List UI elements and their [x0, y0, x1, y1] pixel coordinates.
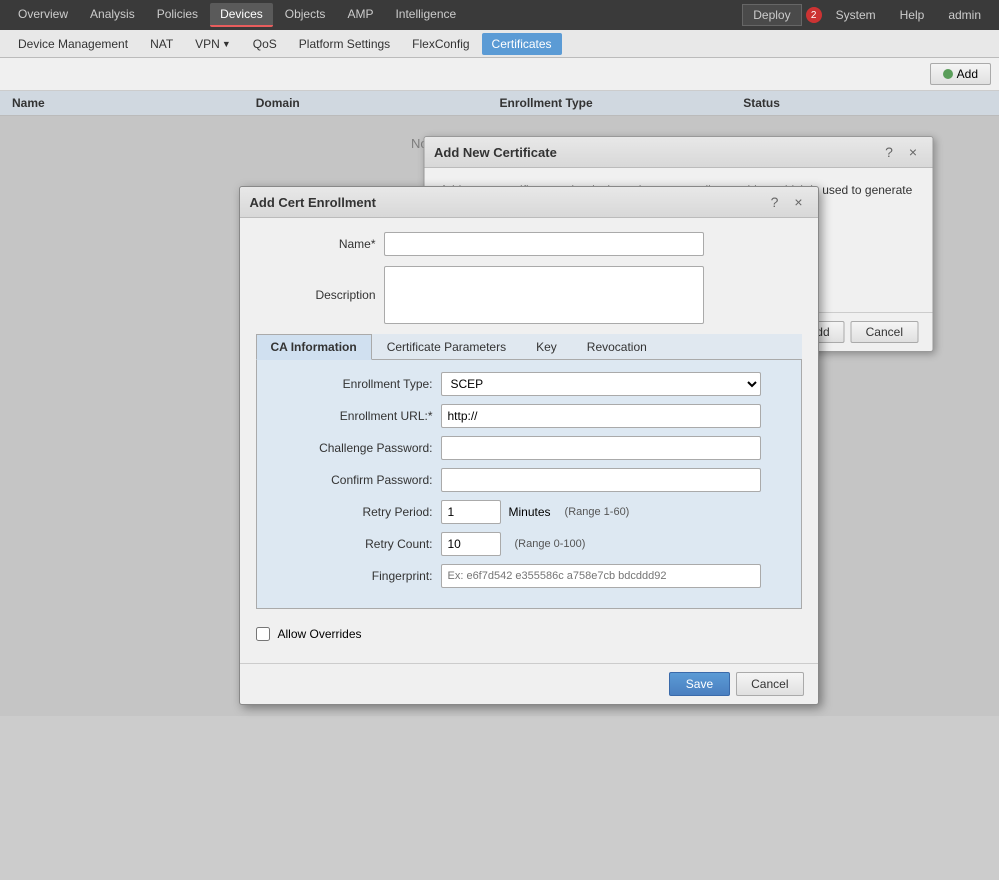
enrollment-type-label: Enrollment Type:: [273, 377, 433, 391]
confirm-password-input[interactable]: [441, 468, 761, 492]
page-toolbar: Add: [0, 58, 999, 91]
subnav-flexconfig[interactable]: FlexConfig: [402, 33, 479, 55]
subnav-certificates[interactable]: Certificates: [482, 33, 562, 55]
tab-ca-information-content: Enrollment Type: SCEP Manual PKCS12 EST …: [256, 360, 802, 609]
tab-revocation[interactable]: Revocation: [572, 334, 662, 359]
enrollment-type-select[interactable]: SCEP Manual PKCS12 EST: [441, 372, 761, 396]
enrollment-url-row: Enrollment URL:*: [273, 404, 785, 428]
enrollment-dialog-title: Add Cert Enrollment: [250, 195, 376, 210]
confirm-password-row: Confirm Password:: [273, 468, 785, 492]
add-button-label: Add: [957, 67, 978, 81]
fingerprint-label: Fingerprint:: [273, 569, 433, 583]
subnav-device-management[interactable]: Device Management: [8, 33, 138, 55]
dialog-cert-close-icon[interactable]: ×: [904, 143, 922, 161]
enrollment-tabs: CA Information Certificate Parameters Ke…: [256, 334, 802, 360]
subnav-platform-settings[interactable]: Platform Settings: [289, 33, 400, 55]
allow-overrides-checkbox[interactable]: [256, 627, 270, 641]
enrollment-save-button[interactable]: Save: [669, 672, 730, 696]
dialog-cert-title: Add New Certificate: [434, 145, 557, 160]
enrollment-cancel-button[interactable]: Cancel: [736, 672, 803, 696]
enrollment-dialog-footer: Save Cancel: [240, 663, 818, 704]
dialog-cert-help-icon[interactable]: ?: [880, 143, 898, 161]
main-content: No certificates Add Certificates Add New…: [0, 116, 999, 716]
add-button[interactable]: Add: [930, 63, 991, 85]
enrollment-url-input[interactable]: [441, 404, 761, 428]
enrollment-description-row: Description: [256, 266, 802, 324]
main-nav: Overview Analysis Policies Devices Objec…: [8, 3, 466, 27]
fingerprint-input[interactable]: [441, 564, 761, 588]
retry-period-label: Retry Period:: [273, 505, 433, 519]
add-cert-enrollment-dialog: Add Cert Enrollment ? × Name* Descriptio…: [239, 186, 819, 705]
tab-ca-information[interactable]: CA Information: [256, 334, 372, 360]
col-domain: Domain: [256, 96, 500, 110]
nav-objects[interactable]: Objects: [275, 3, 336, 27]
help-menu[interactable]: Help: [890, 4, 935, 26]
enrollment-dialog-controls: ? ×: [766, 193, 808, 211]
enrollment-type-row: Enrollment Type: SCEP Manual PKCS12 EST: [273, 372, 785, 396]
enrollment-dialog-body: Name* Description CA Information Certifi…: [240, 218, 818, 663]
fingerprint-row: Fingerprint:: [273, 564, 785, 588]
enrollment-dialog-help-icon[interactable]: ?: [766, 193, 784, 211]
retry-period-input[interactable]: [441, 500, 501, 524]
subnav-qos[interactable]: QoS: [243, 33, 287, 55]
dialog-cert-titlebar: Add New Certificate ? ×: [424, 137, 932, 168]
table-header: Name Domain Enrollment Type Status: [0, 91, 999, 116]
nav-devices[interactable]: Devices: [210, 3, 273, 27]
challenge-password-label: Challenge Password:: [273, 441, 433, 455]
retry-count-range: (Range 0-100): [515, 538, 586, 550]
allow-overrides-row: Allow Overrides: [256, 619, 802, 649]
retry-period-row: Retry Period: Minutes (Range 1-60): [273, 500, 785, 524]
retry-count-input[interactable]: [441, 532, 501, 556]
subnav-vpn-label: VPN: [195, 37, 220, 51]
tab-certificate-parameters[interactable]: Certificate Parameters: [372, 334, 521, 359]
add-dot-icon: [943, 69, 953, 79]
enrollment-name-label: Name*: [256, 237, 376, 251]
dialog-cert-controls: ? ×: [880, 143, 922, 161]
retry-count-row: Retry Count: (Range 0-100): [273, 532, 785, 556]
col-status: Status: [743, 96, 987, 110]
retry-period-unit: Minutes: [509, 505, 551, 519]
sub-navigation: Device Management NAT VPN ▼ QoS Platform…: [0, 30, 999, 58]
subnav-nat[interactable]: NAT: [140, 33, 183, 55]
enrollment-url-label: Enrollment URL:*: [273, 409, 433, 423]
nav-amp[interactable]: AMP: [337, 3, 383, 27]
nav-intelligence[interactable]: Intelligence: [385, 3, 466, 27]
confirm-password-label: Confirm Password:: [273, 473, 433, 487]
challenge-password-input[interactable]: [441, 436, 761, 460]
col-name: Name: [12, 96, 256, 110]
subnav-vpn[interactable]: VPN ▼: [185, 33, 241, 55]
retry-count-label: Retry Count:: [273, 537, 433, 551]
deploy-button[interactable]: Deploy: [742, 4, 801, 26]
enrollment-dialog-close-icon[interactable]: ×: [790, 193, 808, 211]
nav-policies[interactable]: Policies: [147, 3, 208, 27]
top-navigation: Overview Analysis Policies Devices Objec…: [0, 0, 999, 30]
nav-overview[interactable]: Overview: [8, 3, 78, 27]
enrollment-description-label: Description: [256, 288, 376, 302]
col-enrollment-type: Enrollment Type: [500, 96, 744, 110]
challenge-password-row: Challenge Password:: [273, 436, 785, 460]
enrollment-dialog-titlebar: Add Cert Enrollment ? ×: [240, 187, 818, 218]
enrollment-description-textarea[interactable]: [384, 266, 704, 324]
top-nav-right: Deploy 2 System Help admin: [742, 4, 991, 26]
admin-menu[interactable]: admin: [938, 4, 991, 26]
tab-key[interactable]: Key: [521, 334, 572, 359]
vpn-dropdown-icon: ▼: [222, 39, 231, 49]
cert-dialog-cancel-button[interactable]: Cancel: [851, 321, 918, 343]
enrollment-name-row: Name*: [256, 232, 802, 256]
system-menu[interactable]: System: [826, 4, 886, 26]
enrollment-name-input[interactable]: [384, 232, 704, 256]
retry-period-range: (Range 1-60): [565, 506, 630, 518]
nav-analysis[interactable]: Analysis: [80, 3, 145, 27]
allow-overrides-label: Allow Overrides: [278, 627, 362, 641]
alert-badge[interactable]: 2: [806, 7, 822, 23]
